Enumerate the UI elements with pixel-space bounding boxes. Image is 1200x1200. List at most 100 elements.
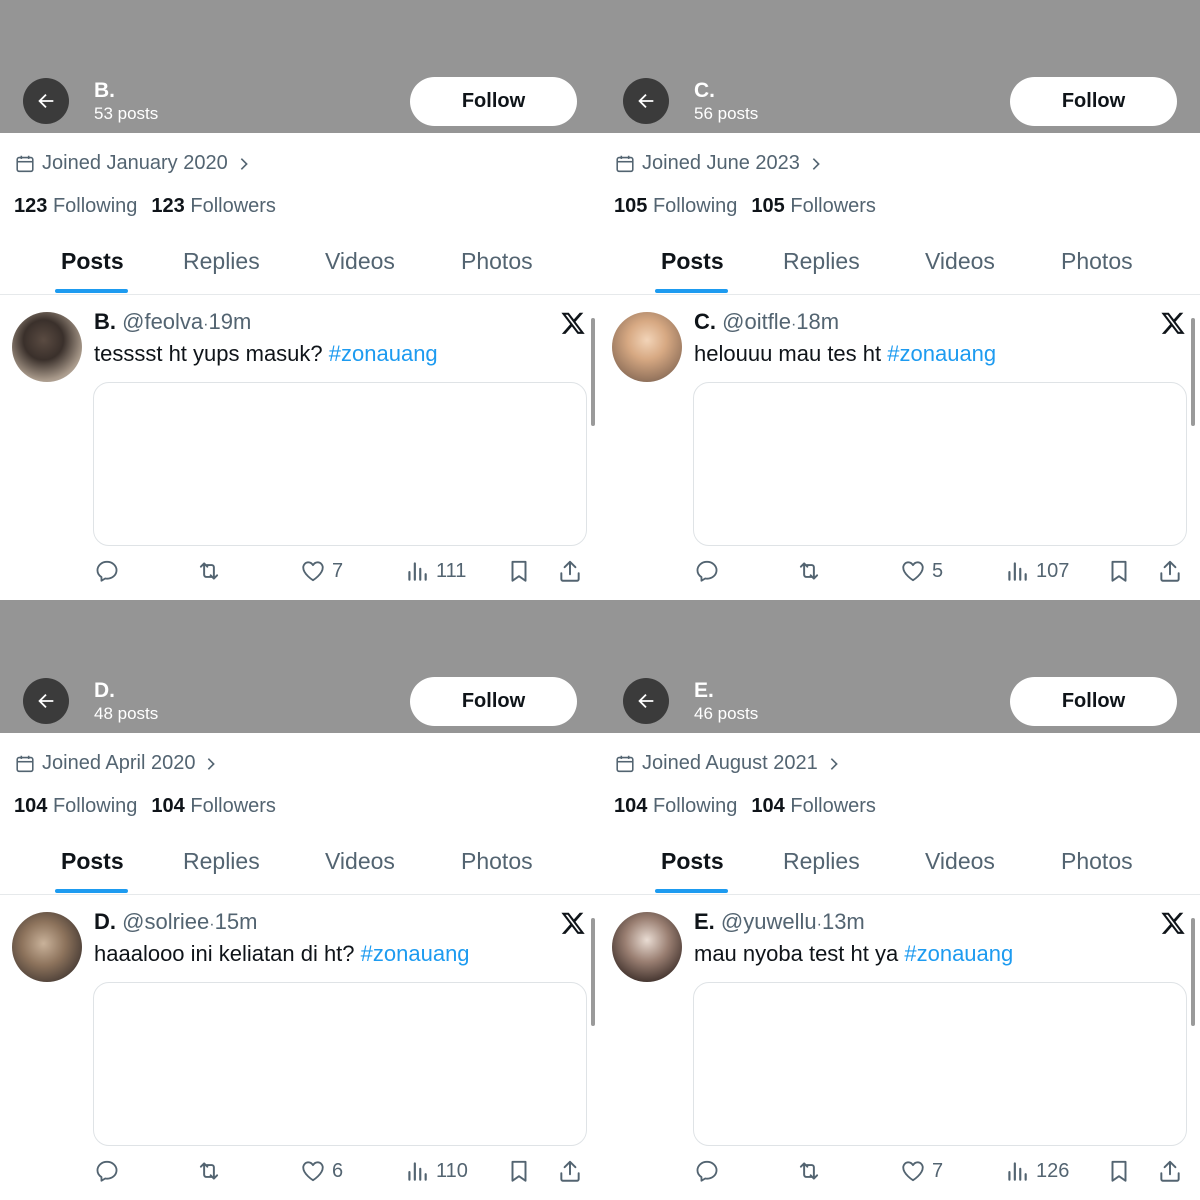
hashtag-link[interactable]: #zonauang: [329, 341, 438, 366]
tab-photos[interactable]: Photos: [461, 248, 533, 275]
tweet-time[interactable]: 18m: [796, 309, 839, 334]
tab-photos[interactable]: Photos: [461, 848, 533, 875]
back-button[interactable]: [623, 78, 669, 124]
share-button[interactable]: [1157, 1158, 1183, 1184]
follow-button[interactable]: Follow: [410, 77, 577, 126]
like-button[interactable]: 7: [300, 558, 343, 584]
tweet-media-placeholder[interactable]: [693, 382, 1187, 546]
tab-photos[interactable]: Photos: [1061, 248, 1133, 275]
profile-tabs: Posts Replies Videos Photos: [0, 840, 600, 895]
tweet-time[interactable]: 15m: [215, 909, 258, 934]
joined-label: Joined June 2023: [642, 152, 800, 174]
like-button[interactable]: 6: [300, 1158, 343, 1184]
tab-posts[interactable]: Posts: [661, 248, 724, 275]
tab-videos[interactable]: Videos: [325, 248, 395, 275]
tweet-author-name[interactable]: B.: [94, 309, 116, 334]
scrollbar[interactable]: [1191, 918, 1195, 1026]
tweet-media-placeholder[interactable]: [93, 382, 587, 546]
tweet-media-placeholder[interactable]: [693, 982, 1187, 1146]
joined-date[interactable]: Joined April 2020: [14, 752, 219, 775]
avatar[interactable]: [612, 912, 682, 982]
avatar[interactable]: [12, 312, 82, 382]
tab-replies[interactable]: Replies: [183, 848, 260, 875]
tweet-handle[interactable]: @solriee: [122, 909, 209, 934]
like-button[interactable]: 7: [900, 1158, 943, 1184]
followers-stat[interactable]: 104 Followers: [151, 795, 276, 818]
tab-replies[interactable]: Replies: [783, 848, 860, 875]
tab-videos[interactable]: Videos: [325, 848, 395, 875]
tab-replies[interactable]: Replies: [183, 248, 260, 275]
back-button[interactable]: [623, 678, 669, 724]
calendar-icon: [616, 155, 634, 172]
tweet-author-name[interactable]: C.: [694, 309, 716, 334]
tab-posts[interactable]: Posts: [661, 848, 724, 875]
following-stat[interactable]: 105 Following: [614, 195, 737, 218]
bookmark-button[interactable]: [1106, 558, 1132, 584]
tweet-actions: 7 111: [0, 558, 600, 590]
followers-stat[interactable]: 123 Followers: [151, 195, 276, 218]
bookmark-button[interactable]: [506, 558, 532, 584]
following-stat[interactable]: 104 Following: [14, 795, 137, 818]
scrollbar[interactable]: [591, 318, 595, 426]
tab-videos[interactable]: Videos: [925, 848, 995, 875]
views-button[interactable]: 111: [404, 558, 466, 584]
retweet-button[interactable]: [196, 558, 222, 584]
scrollbar[interactable]: [1191, 318, 1195, 426]
retweet-button[interactable]: [796, 558, 822, 584]
tweet-handle[interactable]: @feolva: [122, 309, 203, 334]
following-count: 104: [14, 795, 48, 817]
bookmark-icon: [511, 560, 527, 582]
share-button[interactable]: [1157, 558, 1183, 584]
tweet-author-name[interactable]: E.: [694, 909, 715, 934]
follow-button[interactable]: Follow: [1010, 677, 1177, 726]
avatar[interactable]: [612, 312, 682, 382]
share-button[interactable]: [557, 558, 583, 584]
retweet-button[interactable]: [796, 1158, 822, 1184]
active-tab-indicator: [655, 289, 728, 293]
back-button[interactable]: [23, 78, 69, 124]
share-icon: [1160, 560, 1180, 582]
reply-icon: [696, 560, 718, 582]
views-button[interactable]: 107: [1004, 558, 1069, 584]
bookmark-button[interactable]: [1106, 1158, 1132, 1184]
tweet-handle[interactable]: @yuwellu: [721, 909, 817, 934]
views-button[interactable]: 126: [1004, 1158, 1069, 1184]
tab-videos[interactable]: Videos: [925, 248, 995, 275]
follow-button[interactable]: Follow: [1010, 77, 1177, 126]
followers-stat[interactable]: 104 Followers: [751, 795, 876, 818]
tab-posts[interactable]: Posts: [61, 248, 124, 275]
tab-posts[interactable]: Posts: [61, 848, 124, 875]
scrollbar[interactable]: [591, 918, 595, 1026]
reply-button[interactable]: [94, 1158, 120, 1184]
joined-date[interactable]: Joined August 2021: [614, 752, 842, 775]
like-count: 6: [332, 1159, 344, 1182]
following-stat[interactable]: 104 Following: [614, 795, 737, 818]
joined-date[interactable]: Joined June 2023: [614, 152, 824, 175]
tweet-time[interactable]: 19m: [209, 309, 252, 334]
reply-button[interactable]: [694, 1158, 720, 1184]
tweet-author-name[interactable]: D.: [94, 909, 116, 934]
share-button[interactable]: [557, 1158, 583, 1184]
follow-stats: 104 Following 104 Followers: [614, 795, 876, 818]
tab-replies[interactable]: Replies: [783, 248, 860, 275]
bookmark-button[interactable]: [506, 1158, 532, 1184]
hashtag-link[interactable]: #zonauang: [361, 941, 470, 966]
back-button[interactable]: [23, 678, 69, 724]
following-stat[interactable]: 123 Following: [14, 195, 137, 218]
retweet-button[interactable]: [196, 1158, 222, 1184]
reply-button[interactable]: [694, 558, 720, 584]
follow-button[interactable]: Follow: [410, 677, 577, 726]
avatar[interactable]: [12, 912, 82, 982]
tweet-time[interactable]: 13m: [822, 909, 865, 934]
followers-stat[interactable]: 105 Followers: [751, 195, 876, 218]
like-button[interactable]: 5: [900, 558, 943, 584]
hashtag-link[interactable]: #zonauang: [904, 941, 1013, 966]
tweet-handle[interactable]: @oitfle: [722, 309, 791, 334]
tweet-media-placeholder[interactable]: [93, 982, 587, 1146]
views-button[interactable]: 110: [404, 1158, 468, 1184]
joined-date[interactable]: Joined January 2020: [14, 152, 252, 175]
heart-icon: [302, 561, 324, 582]
tab-photos[interactable]: Photos: [1061, 848, 1133, 875]
hashtag-link[interactable]: #zonauang: [887, 341, 996, 366]
reply-button[interactable]: [94, 558, 120, 584]
